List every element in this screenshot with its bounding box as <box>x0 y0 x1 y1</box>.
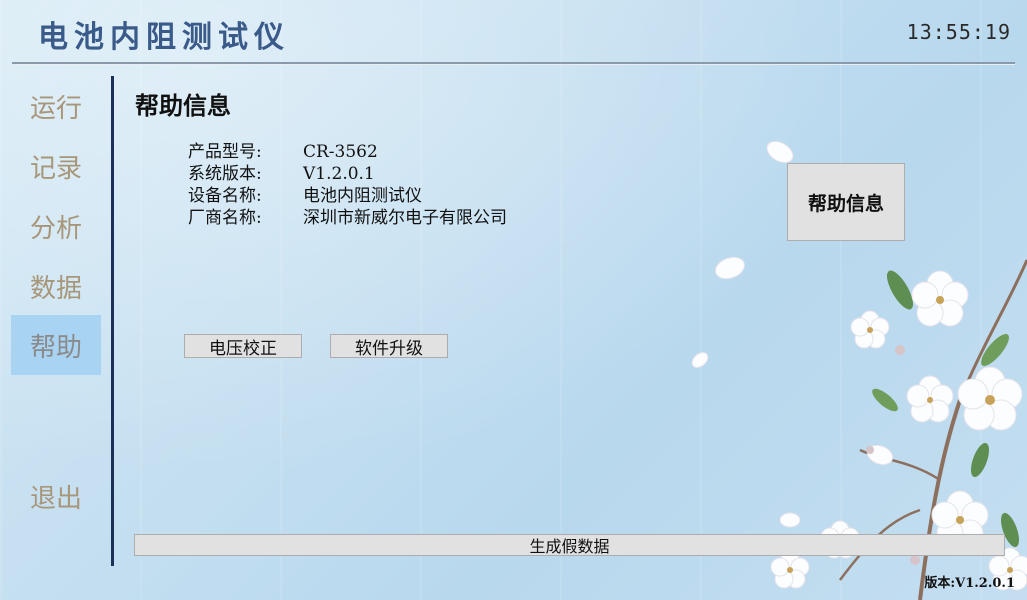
sidebar-item-exit[interactable]: 退出 <box>11 466 101 526</box>
info-label: 系统版本: <box>188 164 262 184</box>
voltage-calibration-button[interactable]: 电压校正 <box>184 334 302 359</box>
sidebar-item-help[interactable]: 帮助 <box>11 315 101 375</box>
info-value: V1.2.0.1 <box>303 164 375 184</box>
info-value: CR-3562 <box>303 142 378 162</box>
version-label: 版本:V1.2.0.1 <box>924 576 1015 591</box>
sidebar-nav: 运行 记录 分析 数据 帮助 退出 <box>11 76 101 566</box>
sidebar-item-record[interactable]: 记录 <box>11 136 101 196</box>
info-row-device-name: 设备名称: 电池内阻测试仪 <box>188 185 507 207</box>
device-info: 产品型号: CR-3562 系统版本: V1.2.0.1 设备名称: 电池内阻测… <box>188 141 507 229</box>
info-label: 厂商名称: <box>188 208 262 228</box>
info-value: 深圳市新威尔电子有限公司 <box>303 208 507 228</box>
software-upgrade-button[interactable]: 软件升级 <box>330 334 448 359</box>
generate-fake-data-button[interactable]: 生成假数据 <box>134 534 1005 556</box>
clock: 13:55:19 <box>906 20 1011 44</box>
info-row-model: 产品型号: CR-3562 <box>188 141 507 163</box>
flower-decoration-icon <box>691 141 1027 600</box>
page-title: 帮助信息 <box>135 91 231 120</box>
sidebar-divider <box>111 76 114 566</box>
info-row-manufacturer: 厂商名称: 深圳市新威尔电子有限公司 <box>188 207 507 229</box>
sidebar-item-analysis[interactable]: 分析 <box>11 196 101 256</box>
info-label: 产品型号: <box>188 142 262 162</box>
header-divider <box>12 62 1015 64</box>
app-title: 电池内阻测试仪 <box>38 20 290 55</box>
info-row-version: 系统版本: V1.2.0.1 <box>188 163 507 185</box>
help-info-button[interactable]: 帮助信息 <box>787 163 905 241</box>
info-label: 设备名称: <box>188 186 262 206</box>
sidebar-item-run[interactable]: 运行 <box>11 76 101 136</box>
info-value: 电池内阻测试仪 <box>303 186 422 206</box>
sidebar-item-data[interactable]: 数据 <box>11 256 101 316</box>
